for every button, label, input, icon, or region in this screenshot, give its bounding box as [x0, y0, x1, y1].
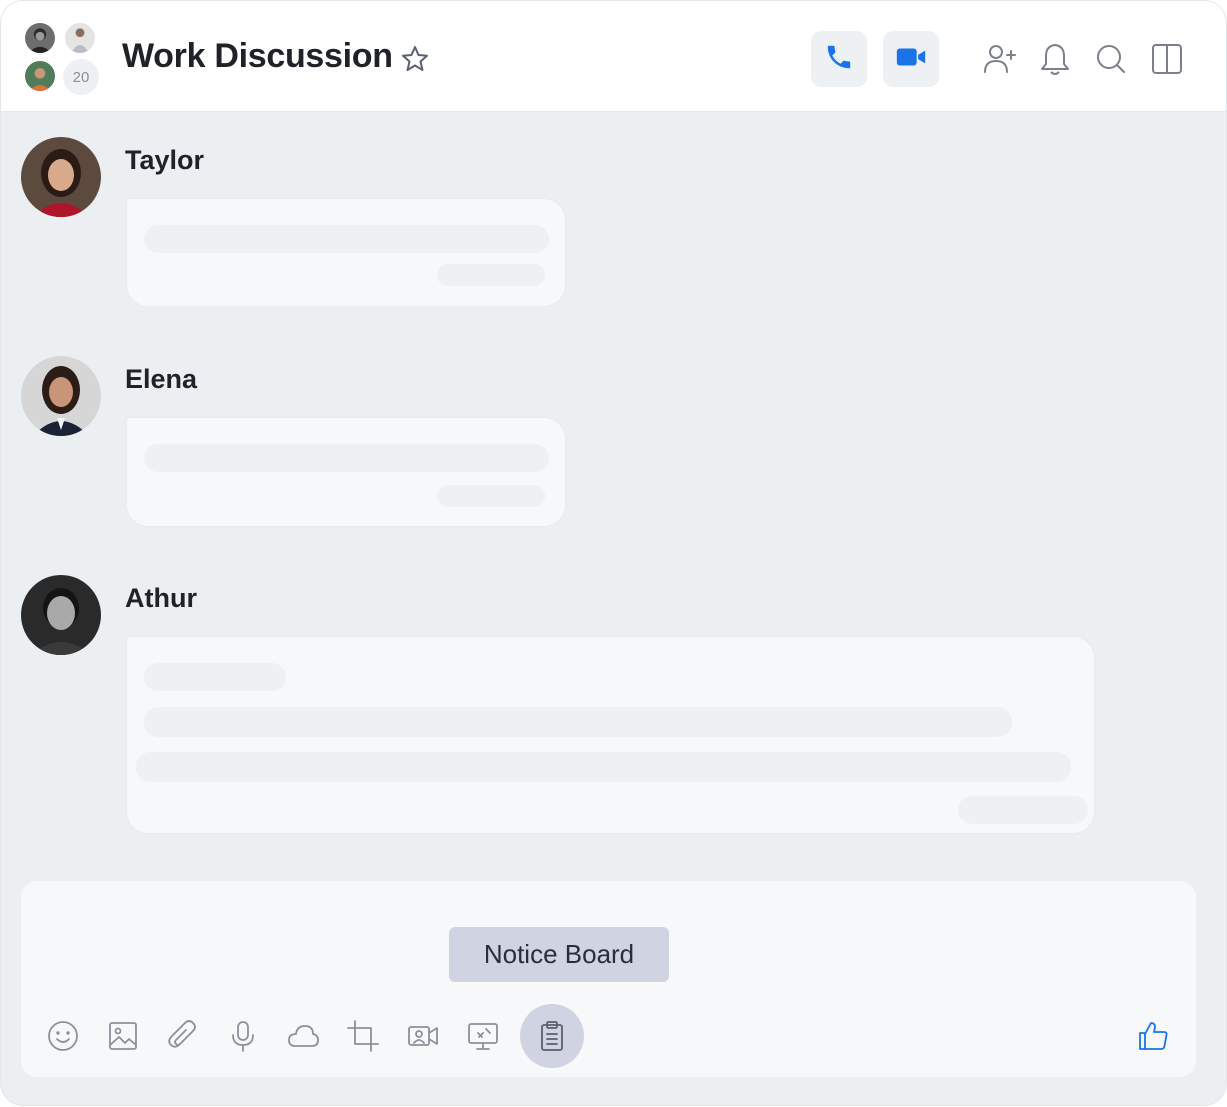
phone-icon — [824, 42, 854, 77]
chat-header: 20 Work Discussion — [1, 1, 1226, 112]
star-icon[interactable] — [399, 43, 431, 75]
page-title: Work Discussion — [122, 37, 393, 75]
emoji-icon[interactable] — [41, 1014, 85, 1058]
crop-icon[interactable] — [341, 1014, 385, 1058]
member-avatar — [63, 21, 97, 55]
voice-call-button[interactable] — [811, 31, 867, 87]
image-icon[interactable] — [101, 1014, 145, 1058]
member-count-badge: 20 — [63, 59, 99, 95]
attachment-icon[interactable] — [161, 1014, 205, 1058]
message-author: Athur — [125, 583, 197, 613]
timestamp-placeholder — [437, 485, 545, 507]
screen-share-icon[interactable] — [461, 1014, 505, 1058]
avatar[interactable] — [21, 575, 101, 655]
message-bubble — [126, 636, 1095, 834]
thumbs-up-icon[interactable] — [1131, 1014, 1175, 1058]
message-bubble — [126, 198, 566, 307]
search-icon[interactable] — [1091, 39, 1131, 79]
member-avatar — [23, 21, 57, 55]
timestamp-placeholder — [437, 264, 545, 286]
notice-board-icon[interactable] — [520, 1004, 584, 1068]
message-line-placeholder — [144, 225, 549, 253]
message-bubble — [126, 417, 566, 527]
group-avatars[interactable]: 20 — [23, 21, 101, 97]
microphone-icon[interactable] — [221, 1014, 265, 1058]
video-icon — [894, 40, 928, 79]
message-line-placeholder — [144, 663, 286, 691]
message-line-placeholder — [144, 444, 549, 472]
bell-icon[interactable] — [1035, 39, 1075, 79]
cloud-icon[interactable] — [281, 1014, 325, 1058]
panel-icon[interactable] — [1147, 39, 1187, 79]
member-avatar — [23, 59, 57, 93]
add-user-icon[interactable] — [979, 39, 1019, 79]
timestamp-placeholder — [958, 796, 1088, 824]
video-call-button[interactable] — [883, 31, 939, 87]
message-line-placeholder — [144, 707, 1012, 737]
message-composer[interactable]: Notice Board — [21, 881, 1196, 1077]
message-line-placeholder — [136, 752, 1071, 782]
avatar[interactable] — [21, 137, 101, 217]
avatar[interactable] — [21, 356, 101, 436]
chat-window: 20 Work Discussion Taylor Elena Athur No… — [1, 1, 1226, 1105]
tooltip: Notice Board — [449, 927, 669, 982]
message-author: Taylor — [125, 145, 205, 175]
video-message-icon[interactable] — [401, 1014, 445, 1058]
message-author: Elena — [125, 364, 198, 394]
